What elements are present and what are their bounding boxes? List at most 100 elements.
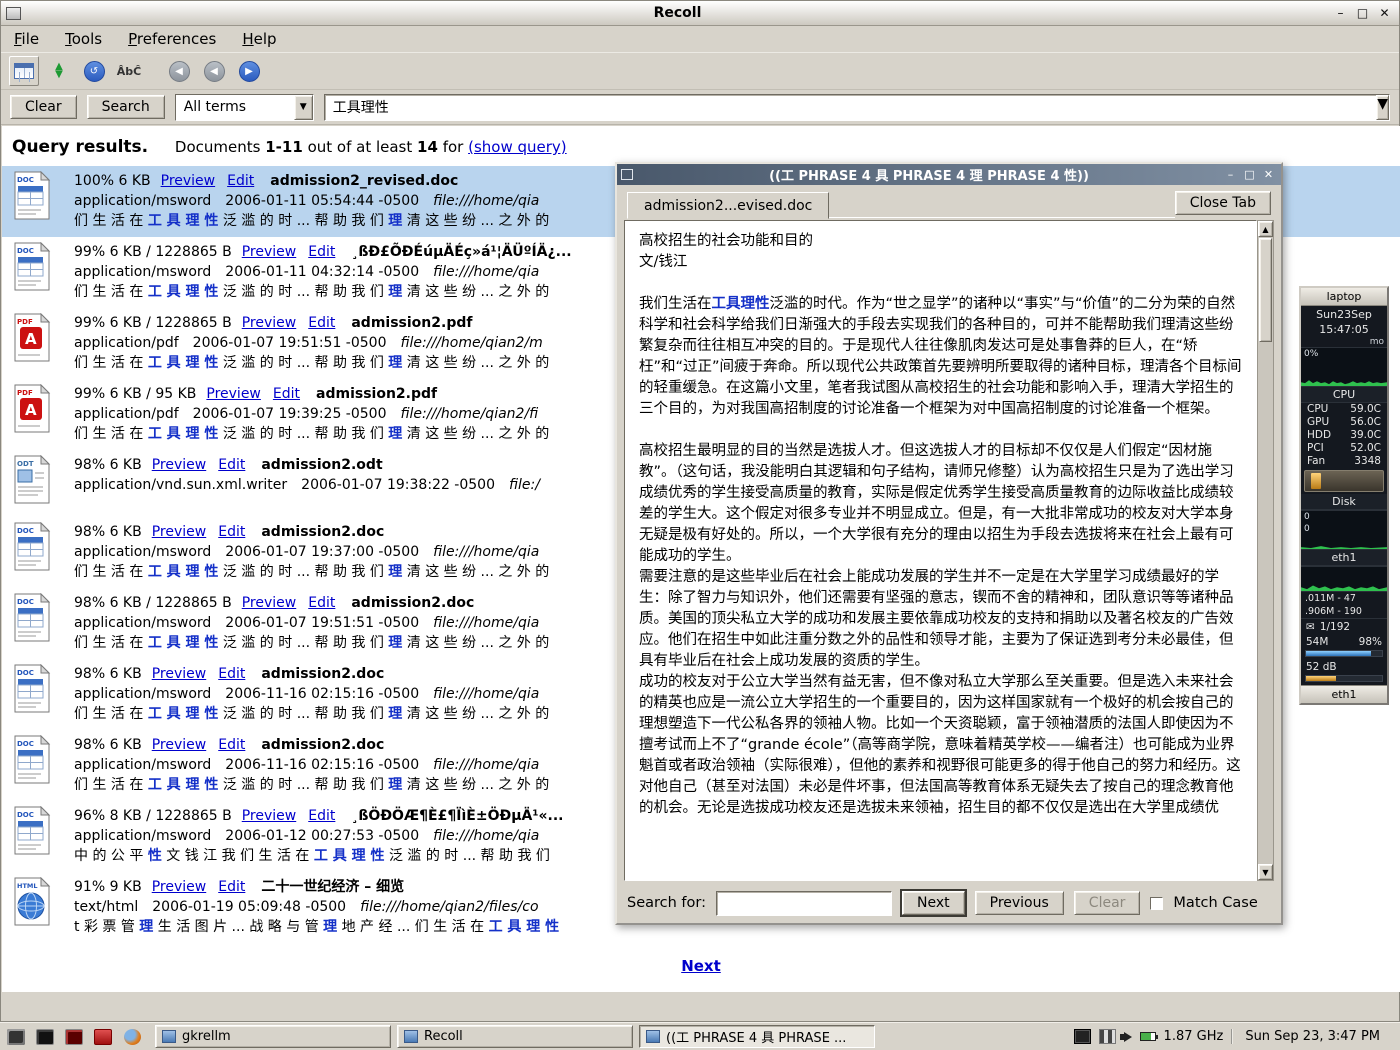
- gkrellm-monitor[interactable]: laptop Sun23Sep 15:47:05 mo 0% CPU CPU59…: [1299, 286, 1389, 705]
- result-preview-link[interactable]: Preview: [242, 595, 297, 611]
- result-preview-link[interactable]: Preview: [152, 524, 207, 540]
- preview-scrollbar[interactable]: ▲ ▼: [1257, 220, 1274, 881]
- next-page-link[interactable]: Next: [681, 957, 721, 975]
- net-tx-readout: .906M - 190: [1301, 605, 1387, 618]
- search-input[interactable]: [325, 99, 1376, 115]
- menu-help[interactable]: Help: [242, 30, 276, 48]
- window-menu-icon[interactable]: [6, 7, 21, 20]
- minimize-icon[interactable]: –: [1222, 167, 1239, 182]
- memory-readout: 54M98%: [1301, 635, 1387, 649]
- search-button[interactable]: Search: [87, 95, 165, 119]
- console-launcher-icon[interactable]: [62, 1026, 86, 1048]
- battery-icon[interactable]: [1140, 1032, 1156, 1041]
- result-edit-link[interactable]: Edit: [218, 666, 245, 682]
- result-preview-link[interactable]: Preview: [242, 315, 297, 331]
- clear-button[interactable]: Clear: [10, 95, 77, 119]
- taskbar-window-button[interactable]: ((工 PHRASE 4 具 PHRASE ...: [639, 1025, 875, 1048]
- minimize-icon[interactable]: –: [1331, 5, 1350, 22]
- volume-icon[interactable]: [1124, 1032, 1132, 1042]
- find-next-button[interactable]: Next: [902, 891, 965, 915]
- result-preview-link[interactable]: Preview: [242, 244, 297, 260]
- svg-text:DOC: DOC: [17, 740, 34, 748]
- sort-button[interactable]: ▲▼: [44, 56, 74, 86]
- menu-launcher-icon[interactable]: [4, 1026, 28, 1048]
- result-url: file:///home/qia: [433, 686, 539, 702]
- terminal-launcher-icon[interactable]: [33, 1026, 57, 1048]
- result-preview-link[interactable]: Preview: [206, 386, 261, 402]
- search-mode-select[interactable]: All terms ▼: [175, 94, 314, 121]
- result-edit-link[interactable]: Edit: [218, 737, 245, 753]
- menu-file[interactable]: File: [14, 30, 39, 48]
- taskbar-window-button[interactable]: gkrellm: [155, 1025, 391, 1048]
- result-score-size: 98% 6 KB: [74, 457, 142, 473]
- gkrellm-hostname[interactable]: laptop: [1301, 288, 1387, 306]
- result-mimetype: application/msword: [74, 615, 211, 631]
- result-edit-link[interactable]: Edit: [218, 879, 245, 895]
- result-edit-link[interactable]: Edit: [308, 244, 335, 260]
- find-clear-button[interactable]: Clear: [1074, 891, 1141, 915]
- arrow-left-icon: ◀: [169, 61, 190, 82]
- result-edit-link[interactable]: Edit: [273, 386, 300, 402]
- history-button[interactable]: ↺: [79, 56, 109, 86]
- result-preview-link[interactable]: Preview: [242, 808, 297, 824]
- result-preview-link[interactable]: Preview: [161, 173, 216, 189]
- query-detail-button[interactable]: [9, 56, 39, 86]
- result-score-size: 98% 6 KB: [74, 666, 142, 682]
- result-preview-link[interactable]: Preview: [152, 457, 207, 473]
- match-case-checkbox[interactable]: [1150, 897, 1163, 910]
- scroll-up-icon[interactable]: ▲: [1258, 221, 1273, 237]
- preview-paragraph: 我们生活在工具理性泛滥的时代。作为“世之显学”的诸种以“事实”与“价值”的二分为…: [639, 294, 1242, 420]
- keyboard-layout-icon[interactable]: [1074, 1029, 1091, 1044]
- scrollbar-thumb[interactable]: [1259, 238, 1272, 342]
- first-page-button[interactable]: ◀: [164, 56, 194, 86]
- temperature-row: GPU56.0C: [1301, 416, 1387, 429]
- recoll-titlebar[interactable]: Recoll – □ ✕: [1, 1, 1399, 26]
- taskbar-window-button[interactable]: Recoll: [397, 1025, 633, 1048]
- close-icon[interactable]: ✕: [1375, 5, 1394, 22]
- close-icon[interactable]: ✕: [1260, 167, 1277, 182]
- find-previous-button[interactable]: Previous: [975, 891, 1064, 915]
- result-edit-link[interactable]: Edit: [308, 808, 335, 824]
- result-url: file:///home/qian2/files/co: [360, 899, 539, 915]
- search-mode-value: All terms: [176, 95, 294, 120]
- menu-tools[interactable]: Tools: [65, 30, 102, 48]
- preview-search-input[interactable]: [717, 892, 891, 915]
- prev-page-button[interactable]: ◀: [199, 56, 229, 86]
- result-url: file:///home/qia: [433, 193, 539, 209]
- pdf-file-icon: PDFA: [12, 384, 56, 440]
- result-edit-link[interactable]: Edit: [227, 173, 254, 189]
- result-edit-link[interactable]: Edit: [218, 457, 245, 473]
- taskbar-clock[interactable]: Sun Sep 23, 3:47 PM: [1231, 1029, 1390, 1044]
- maximize-icon[interactable]: □: [1241, 167, 1258, 182]
- cpu-section-label: CPU: [1301, 387, 1387, 403]
- result-preview-link[interactable]: Preview: [152, 879, 207, 895]
- preview-titlebar[interactable]: ((工 PHRASE 4 具 PHRASE 4 理 PHRASE 4 性)) –…: [617, 164, 1281, 185]
- result-edit-link[interactable]: Edit: [308, 315, 335, 331]
- result-score-size: 99% 6 KB / 1228865 B: [74, 244, 232, 260]
- result-edit-link[interactable]: Edit: [218, 524, 245, 540]
- term-explorer-button[interactable]: ÂbĈ: [114, 56, 144, 86]
- result-url: file:///home/qia: [433, 615, 539, 631]
- close-tab-button[interactable]: Close Tab: [1175, 191, 1271, 215]
- chevron-down-icon[interactable]: ▼: [1376, 95, 1389, 120]
- temperature-row: HDD39.0C: [1301, 429, 1387, 442]
- next-page-button[interactable]: ▶: [234, 56, 264, 86]
- result-edit-link[interactable]: Edit: [308, 595, 335, 611]
- maximize-icon[interactable]: □: [1353, 5, 1372, 22]
- result-preview-link[interactable]: Preview: [152, 666, 207, 682]
- preview-text[interactable]: 高校招生的社会功能和目的文/钱江 我们生活在工具理性泛滥的时代。作为“世之显学”…: [624, 220, 1257, 881]
- result-title: admission2.pdf: [351, 315, 472, 331]
- query-combobox[interactable]: ▼: [324, 94, 1390, 121]
- mail-monitor[interactable]: ✉ 1/192: [1301, 618, 1387, 635]
- notes-launcher-icon[interactable]: [91, 1026, 115, 1048]
- preview-tab[interactable]: admission2...evised.doc: [627, 192, 829, 219]
- menu-preferences[interactable]: Preferences: [128, 30, 216, 48]
- pager-grid-icon[interactable]: [1099, 1029, 1116, 1044]
- arrow-left-icon: ◀: [204, 61, 225, 82]
- scroll-down-icon[interactable]: ▼: [1258, 864, 1273, 880]
- chevron-down-icon[interactable]: ▼: [294, 95, 313, 120]
- show-query-link[interactable]: (show query): [468, 138, 567, 156]
- result-preview-link[interactable]: Preview: [152, 737, 207, 753]
- firefox-launcher-icon[interactable]: [120, 1026, 144, 1048]
- svg-text:A: A: [25, 330, 37, 348]
